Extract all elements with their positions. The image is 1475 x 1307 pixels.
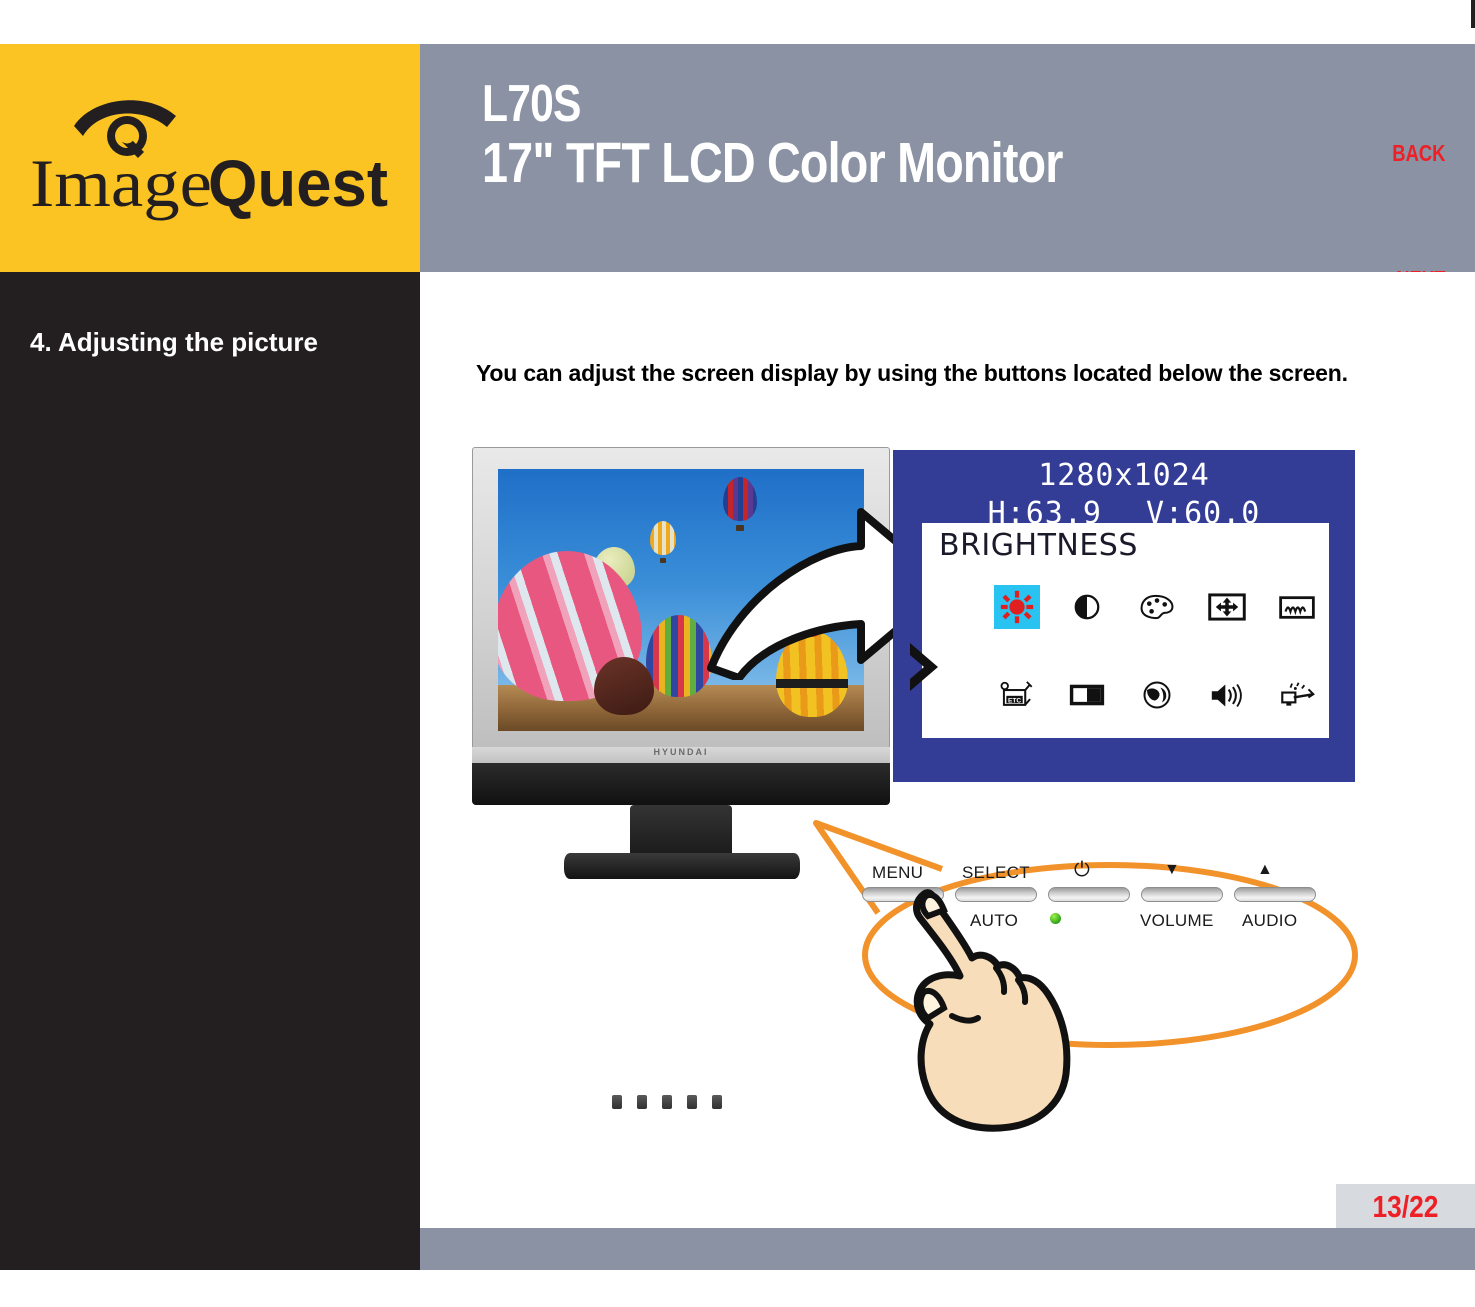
monitor-button[interactable]: [687, 1095, 697, 1109]
svg-text:ETC: ETC: [1008, 697, 1021, 704]
h-v-position-icon[interactable]: [1204, 585, 1250, 629]
etc-icon[interactable]: ETC: [994, 673, 1040, 717]
page-corner-mark: [1471, 0, 1475, 28]
page-footer-bar: [420, 1228, 1475, 1270]
monitor-base-bar: [472, 763, 890, 1109]
contrast-glyph-icon: [1074, 594, 1100, 620]
imagequest-wordmark: Image Quest: [30, 146, 388, 221]
osd-resolution: 1280x1024: [1038, 458, 1210, 493]
auto-adjust-glyph-icon: [1281, 682, 1315, 706]
brand-logo-block: Image Quest: [0, 44, 420, 272]
etc-glyph-icon: ETC: [1000, 681, 1033, 706]
brightness-icon[interactable]: [994, 585, 1040, 629]
audio-button-label: AUDIO: [1242, 911, 1298, 930]
svg-text:Image: Image: [30, 146, 212, 221]
balloon: [594, 657, 654, 717]
monitor-button[interactable]: [637, 1095, 647, 1109]
globe-glyph-icon: [1143, 681, 1171, 709]
monitor-button[interactable]: [662, 1095, 672, 1109]
up-arrow-icon: ▲: [1257, 861, 1274, 878]
page-number: 13/22: [1372, 1189, 1439, 1224]
balloon: [646, 615, 712, 707]
monitor-stand-neck: [630, 805, 732, 859]
imagequest-logo: Image Quest: [30, 96, 390, 246]
volume-down-button[interactable]: [1141, 887, 1223, 902]
osd-position-icon[interactable]: [1064, 673, 1110, 717]
menu-button-label: MENU: [872, 863, 924, 882]
model-subtitle: 17" TFT LCD Color Monitor: [482, 130, 1063, 195]
svg-text:Quest: Quest: [208, 146, 388, 220]
model-name: L70S: [482, 75, 581, 133]
osd-icon-row: [936, 585, 1316, 629]
monitor-stand-base: [564, 853, 800, 879]
palette-glyph-icon: [1140, 594, 1174, 619]
page-title: L70S 17" TFT LCD Color Monitor: [482, 75, 1362, 195]
page-number-box: 13/22: [1336, 1184, 1475, 1232]
pointing-hand-icon: [913, 889, 1071, 1132]
intro-paragraph: You can adjust the screen display by usi…: [476, 360, 1348, 386]
osd-selected-label: BRIGHTNESS: [939, 528, 1138, 563]
monitor-button[interactable]: [612, 1095, 622, 1109]
clock-phase-glyph-icon: [1279, 595, 1315, 619]
monitor-button-strip[interactable]: [612, 1089, 732, 1115]
color-palette-icon[interactable]: [1134, 585, 1180, 629]
monitor-button[interactable]: [712, 1095, 722, 1109]
volume-button-label: VOLUME: [1140, 911, 1214, 930]
position-glyph-icon: [1208, 593, 1246, 621]
monitor-brand-label: HYUNDAI: [653, 747, 709, 757]
auto-adjust-icon[interactable]: [1274, 673, 1320, 717]
contrast-icon[interactable]: [1064, 585, 1110, 629]
sidebar: 4. Adjusting the picture: [0, 272, 420, 1270]
osd-position-glyph-icon: [1069, 684, 1105, 706]
language-globe-icon[interactable]: [1134, 673, 1180, 717]
sidebar-section-title: 4. Adjusting the picture: [30, 327, 318, 357]
osd-panel: 1280x1024 H:63.9 V:60.0 BRIGHTNESS ETC: [893, 450, 1355, 782]
clock-phase-icon[interactable]: [1274, 585, 1320, 629]
page-header: L70S 17" TFT LCD Color Monitor BACK NEXT: [420, 44, 1475, 292]
volume-speaker-icon[interactable]: [1204, 673, 1250, 717]
main-content: You can adjust the screen display by usi…: [420, 272, 1475, 1232]
down-arrow-icon: ▼: [1164, 861, 1181, 878]
balloon: [650, 521, 676, 567]
speaker-glyph-icon: [1211, 683, 1242, 707]
osd-icon-row: ETC: [936, 673, 1316, 717]
brightness-glyph-icon: [1000, 590, 1034, 624]
power-symbol-icon: ⏻: [1074, 859, 1091, 881]
back-link[interactable]: BACK: [1392, 140, 1445, 167]
osd-menu-box: BRIGHTNESS ETC: [910, 523, 1329, 738]
select-button-label: SELECT: [962, 863, 1030, 882]
volume-up-button[interactable]: [1234, 887, 1316, 902]
